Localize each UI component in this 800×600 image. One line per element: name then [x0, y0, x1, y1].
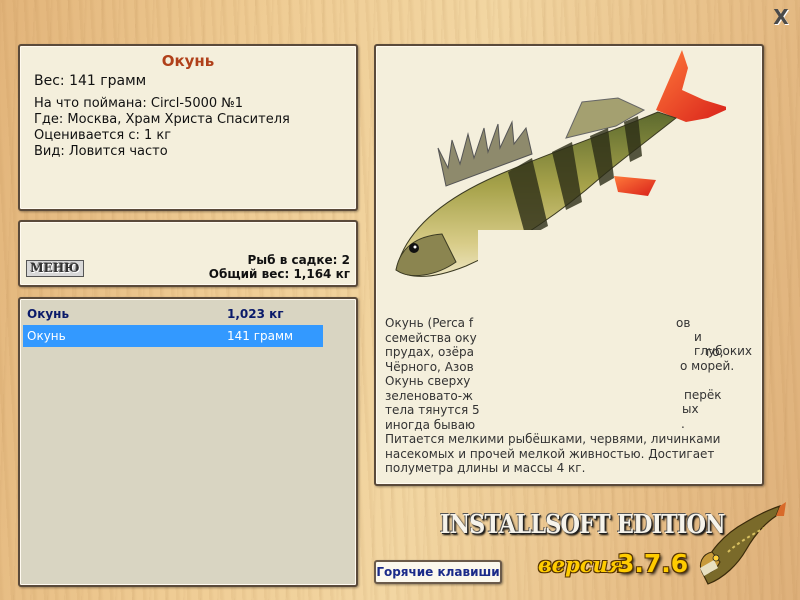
desc-line: Окунь сверху	[385, 374, 471, 388]
species-info: Вид: Ловится часто	[34, 144, 168, 159]
keepnet-panel: МЕНЮ Рыб в садке: 2 Общий вес: 1,164 кг	[18, 220, 358, 287]
fish-weight: Вес: 141 грамм	[34, 73, 147, 89]
menu-button[interactable]: МЕНЮ	[26, 260, 84, 277]
value-info: Оценивается с: 1 кг	[34, 128, 172, 143]
desc-line: Окунь (Perca f	[385, 316, 474, 330]
desc-line: тела тянутся 5	[385, 403, 480, 417]
list-item-selected[interactable]: Окунь 141 грамм	[23, 325, 323, 347]
desc-fragment: .	[681, 417, 685, 431]
version-number: 3.7.6	[617, 549, 689, 578]
desc-fragment: ов	[676, 316, 691, 330]
desc-fragment: и глубоких	[694, 330, 752, 358]
description-panel: Окунь (Perca f семейства оку прудах, озё…	[374, 44, 764, 486]
catch-list[interactable]: Окунь 1,023 кг Окунь 141 грамм	[18, 297, 358, 587]
desc-fragment: о морей.	[680, 359, 735, 373]
desc-fragment: перёк	[684, 388, 722, 402]
desc-line: иногда бываю	[385, 417, 476, 432]
total-weight: Общий вес: 1,164 кг	[208, 267, 350, 281]
list-item-name: Окунь	[27, 307, 70, 321]
desc-line: Питается мелкими рыбёшками, червями, лич…	[385, 432, 721, 446]
hotkeys-button[interactable]: Горячие клавиши	[374, 560, 502, 584]
list-item-weight: 1,023 кг	[227, 307, 284, 321]
bait-info: На что поймана: Circl-5000 №1	[34, 96, 244, 111]
list-item[interactable]: Окунь 1,023 кг	[23, 303, 323, 325]
list-item-name: Окунь	[27, 329, 66, 343]
desc-line: полуметра длины и массы 4 кг.	[385, 461, 586, 475]
close-button[interactable]: X	[770, 6, 792, 28]
pike-fish-logo	[699, 502, 786, 585]
fish-title: Окунь	[161, 52, 215, 70]
list-item-weight: 141 грамм	[227, 329, 294, 343]
edition-label: INSTALLSOFT EDITION	[440, 510, 726, 540]
desc-fragment: ых	[682, 402, 699, 416]
location-info: Где: Москва, Храм Христа Спасителя	[34, 112, 290, 127]
perch-fish-image	[395, 50, 726, 288]
fish-info-panel: Окунь Вес: 141 грамм На что поймана: Cir…	[18, 44, 358, 211]
desc-line: насекомых и прочей мелкой живностью. Дос…	[385, 446, 715, 461]
fish-count: Рыб в садке: 2	[247, 253, 351, 267]
desc-fragment: го,	[706, 345, 724, 359]
version-label: версия	[538, 552, 625, 577]
